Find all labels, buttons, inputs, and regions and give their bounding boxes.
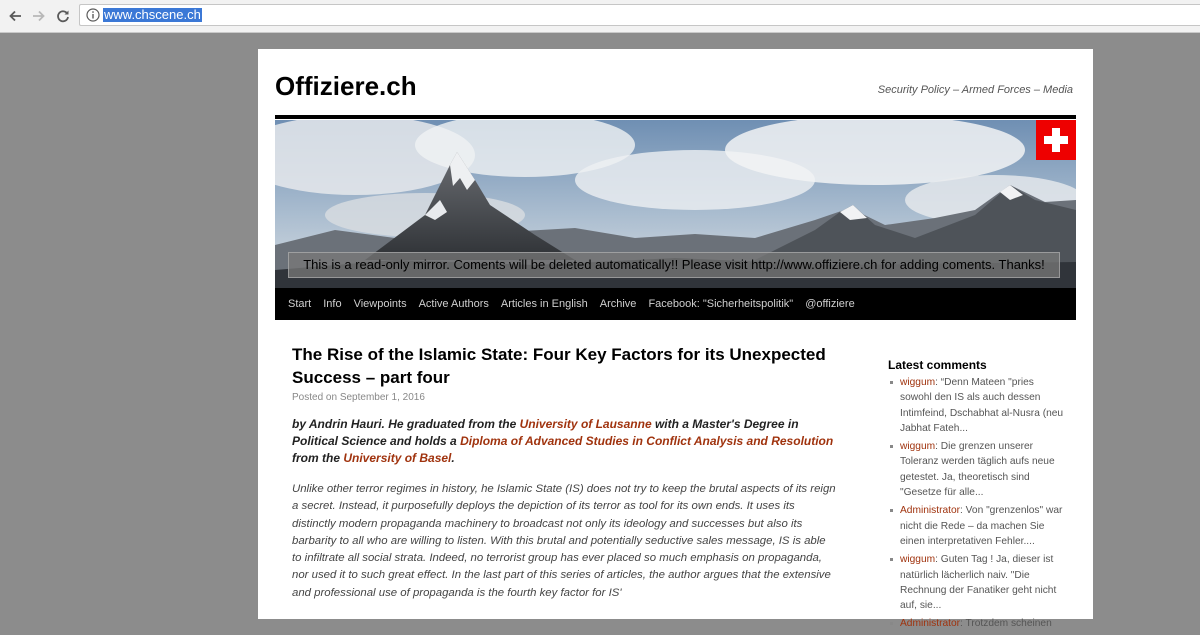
- header-banner-image: This is a read-only mirror. Coments will…: [275, 120, 1076, 288]
- intro-text-3: from the: [292, 451, 344, 465]
- intro-text-4: .: [451, 451, 455, 465]
- comment-excerpt[interactable]: : Trotzdem scheinen: [960, 618, 1052, 629]
- address-bar[interactable]: www.chscene.ch: [79, 4, 1200, 26]
- post-meta: Posted on September 1, 2016: [292, 392, 837, 403]
- comment-author[interactable]: wiggum: [900, 377, 935, 388]
- forward-icon[interactable]: [29, 6, 49, 26]
- menu-item-articles-in-english[interactable]: Articles in English: [495, 298, 594, 310]
- menu-item-archive[interactable]: Archive: [594, 298, 643, 310]
- comment-item: wiggum: Guten Tag ! Ja, dieser ist natür…: [888, 552, 1068, 613]
- post-date[interactable]: September 1, 2016: [340, 392, 425, 403]
- mirror-notice: This is a read-only mirror. Coments will…: [288, 252, 1060, 278]
- article-title[interactable]: The Rise of the Islamic State: Four Key …: [292, 343, 837, 389]
- menu-item-info[interactable]: Info: [317, 298, 347, 310]
- comment-author[interactable]: Administrator: [900, 505, 960, 516]
- back-icon[interactable]: [5, 6, 25, 26]
- main-menu: Start Info Viewpoints Active Authors Art…: [275, 288, 1076, 320]
- page-container: Offiziere.ch Security Policy – Armed For…: [258, 49, 1093, 629]
- menu-item-start[interactable]: Start: [282, 298, 317, 310]
- browser-toolbar: www.chscene.ch: [0, 0, 1200, 33]
- reload-icon[interactable]: [53, 6, 73, 26]
- site-title[interactable]: Offiziere.ch: [275, 71, 417, 102]
- swiss-flag-icon: [1036, 120, 1076, 160]
- link-university-of-lausanne[interactable]: University of Lausanne: [520, 417, 652, 431]
- menu-item-viewpoints[interactable]: Viewpoints: [348, 298, 413, 310]
- comment-author[interactable]: wiggum: [900, 441, 935, 452]
- article-abstract: Unlike other terror regimes in history, …: [292, 483, 836, 599]
- comment-item: wiggum: Die grenzen unserer Toleranz wer…: [888, 439, 1068, 500]
- comment-author[interactable]: wiggum: [900, 554, 935, 565]
- author-intro: by Andrin Hauri. He graduated from the U…: [292, 416, 837, 467]
- link-diploma-conflict-analysis[interactable]: Diploma of Advanced Studies in Conflict …: [460, 434, 833, 448]
- comment-author[interactable]: Administrator: [900, 618, 960, 629]
- menu-item-facebook[interactable]: Facebook: "Sicherheitspolitik": [642, 298, 799, 310]
- posted-label: Posted on: [292, 392, 338, 403]
- menu-item-twitter[interactable]: @offiziere: [799, 298, 860, 310]
- url-text[interactable]: www.chscene.ch: [103, 8, 202, 22]
- header-divider: [275, 115, 1076, 119]
- article: The Rise of the Islamic State: Four Key …: [292, 343, 837, 613]
- link-university-of-basel[interactable]: University of Basel: [343, 451, 451, 465]
- site-tagline: Security Policy – Armed Forces – Media: [877, 84, 1073, 96]
- sidebar: Latest comments wiggum: “Denn Mateen "pr…: [888, 358, 1068, 635]
- info-icon[interactable]: [86, 8, 100, 22]
- comment-item: Administrator: Von "grenzenlos" war nich…: [888, 503, 1068, 549]
- comment-item: Administrator: Trotzdem scheinen: [888, 616, 1068, 631]
- menu-item-active-authors[interactable]: Active Authors: [413, 298, 495, 310]
- intro-text-1: by Andrin Hauri. He graduated from the: [292, 417, 520, 431]
- latest-comments-list: wiggum: “Denn Mateen "pries sowohl den I…: [888, 375, 1068, 632]
- comment-item: wiggum: “Denn Mateen "pries sowohl den I…: [888, 375, 1068, 436]
- latest-comments-title: Latest comments: [888, 358, 987, 372]
